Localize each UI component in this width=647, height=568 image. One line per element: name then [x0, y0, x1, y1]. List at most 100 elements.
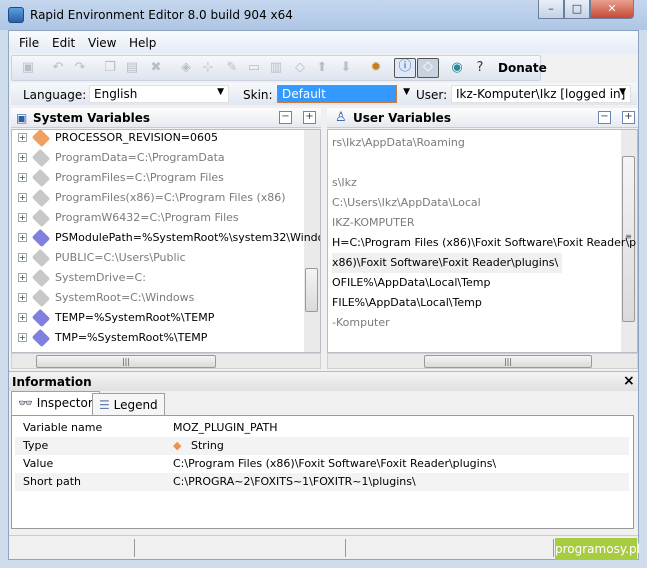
maximize-button[interactable]: □: [564, 0, 590, 19]
computer-icon: ▣: [16, 111, 28, 125]
variable-text: TMP=%SystemRoot%\TEMP: [55, 331, 208, 344]
settings-icon[interactable]: ✹: [368, 60, 384, 76]
user-panel-title: User Variables: [353, 111, 451, 125]
expand-icon[interactable]: +: [18, 293, 27, 302]
skin-select[interactable]: Default ▼: [277, 85, 410, 103]
expand-icon[interactable]: +: [18, 233, 27, 242]
menu-file[interactable]: File: [19, 36, 39, 50]
donate-button[interactable]: Donate: [498, 61, 547, 75]
list-item[interactable]: + TEMP=%SystemRoot%\TEMP: [12, 308, 306, 328]
delete-icon[interactable]: ✖: [148, 60, 164, 76]
user-select[interactable]: Ikz-Komputer\Ikz [logged in] ▼: [451, 85, 631, 103]
add-variable-icon[interactable]: ◈: [178, 60, 194, 76]
expand-icon[interactable]: +: [18, 273, 27, 282]
tag-icon[interactable]: ◇: [292, 60, 308, 76]
expand-icon[interactable]: +: [18, 173, 27, 182]
copy-icon[interactable]: ❐: [102, 60, 118, 76]
tab-legend[interactable]: ☰ Legend: [92, 393, 165, 415]
system-panel-title: System Variables: [33, 111, 151, 125]
list-item[interactable]: + ProgramFiles=C:\Program Files: [12, 168, 306, 188]
expand-all-button[interactable]: +: [303, 111, 316, 124]
scroll-thumb[interactable]: |||: [424, 355, 592, 368]
variable-text: PSModulePath=%SystemRoot%\system32\Windo…: [55, 231, 321, 244]
user-variables-list[interactable]: ≡ rs\Ikz\AppData\Roaming s\Ikz C:\Users\Ik…: [327, 129, 638, 353]
redo-icon[interactable]: ↷: [72, 60, 88, 76]
menu-help[interactable]: Help: [129, 36, 156, 50]
save-icon[interactable]: ▣: [20, 60, 36, 76]
undo-icon[interactable]: ↶: [50, 60, 66, 76]
menu-edit[interactable]: Edit: [52, 36, 75, 50]
variable-text: ProgramFiles=C:\Program Files: [55, 171, 224, 184]
skin-label: Skin:: [243, 88, 273, 102]
web-icon[interactable]: ◉: [449, 60, 465, 76]
expand-icon[interactable]: +: [18, 333, 27, 342]
move-down-icon[interactable]: ⬇: [338, 60, 354, 76]
close-button[interactable]: ✕: [590, 0, 634, 19]
collapse-all-button[interactable]: −: [598, 111, 611, 124]
insert-value-icon[interactable]: ▥: [268, 60, 284, 76]
user-variables-header: ♙ User Variables − +: [327, 108, 638, 128]
tag-icon: [31, 248, 51, 268]
type-icon[interactable]: ◇: [417, 58, 439, 78]
expand-icon[interactable]: +: [18, 133, 27, 142]
language-select[interactable]: English ▼: [89, 85, 229, 103]
tab-label: Legend: [113, 398, 158, 412]
information-title: Information: [12, 375, 92, 389]
list-item[interactable]: + SystemDrive=C:: [12, 268, 306, 288]
inspector-row: Short path C:\PROGRA~2\FOXITS~1\FOXITR~1\…: [15, 473, 629, 491]
insert-icon[interactable]: ▭: [246, 60, 262, 76]
scroll-thumb[interactable]: |||: [36, 355, 216, 368]
tab-inspector[interactable]: 👓 Inspector: [11, 391, 100, 415]
scroll-thumb[interactable]: [305, 268, 318, 312]
menu-view[interactable]: View: [88, 36, 116, 50]
user-label: User:: [416, 88, 448, 102]
list-item[interactable]: s\Ikz: [332, 173, 357, 193]
paste-icon[interactable]: ▤: [124, 60, 140, 76]
list-item[interactable]: + SystemRoot=C:\Windows: [12, 288, 306, 308]
horizontal-scrollbar[interactable]: |||: [11, 353, 321, 369]
list-item[interactable]: H=C:\Program Files (x86)\Foxit Software\…: [332, 233, 637, 253]
add-value-icon[interactable]: ⊹: [200, 60, 216, 76]
list-item[interactable]: + TMP=%SystemRoot%\TEMP: [12, 328, 306, 348]
menu-bar: File Edit View Help: [9, 31, 638, 53]
list-item[interactable]: rs\Ikz\AppData\Roaming: [332, 133, 465, 153]
options-bar: Language: English ▼ Skin: Default ▼ User: …: [11, 83, 637, 105]
list-item[interactable]: x86)\Foxit Software\Foxit Reader\plugins…: [332, 253, 563, 273]
window-title: Rapid Environment Editor 8.0 build 904 x…: [30, 8, 293, 22]
chevron-down-icon: ▼: [619, 87, 626, 97]
move-up-icon[interactable]: ⬆: [314, 60, 330, 76]
system-variables-list[interactable]: + PROCESSOR_REVISION=0605 + ProgramData=C:\…: [11, 129, 321, 353]
property-name: Type: [23, 439, 49, 452]
close-icon[interactable]: ×: [623, 373, 635, 389]
list-item[interactable]: + PROCESSOR_REVISION=0605: [12, 130, 306, 148]
list-item[interactable]: C:\Users\Ikz\AppData\Local: [332, 193, 481, 213]
list-item[interactable]: + ProgramFiles(x86)=C:\Program Files (x86…: [12, 188, 306, 208]
expand-icon[interactable]: +: [18, 313, 27, 322]
inspector-table: Variable name MOZ_PLUGIN_PATH Type ◆ String V…: [11, 415, 634, 529]
list-item[interactable]: FILE%\AppData\Local\Temp: [332, 293, 482, 313]
property-value: String: [191, 439, 224, 452]
property-value: MOZ_PLUGIN_PATH: [173, 421, 278, 434]
info-panel-icon[interactable]: ⓘ: [394, 58, 416, 78]
edit-icon[interactable]: ✎: [224, 60, 240, 76]
list-item[interactable]: + ProgramW6432=C:\Program Files: [12, 208, 306, 228]
list-item[interactable]: + PSModulePath=%SystemRoot%\system32\Wind…: [12, 228, 320, 248]
list-item[interactable]: -Komputer: [332, 313, 390, 333]
list-item[interactable]: + ProgramData=C:\ProgramData: [12, 148, 306, 168]
list-item[interactable]: OFILE%\AppData\Local\Temp: [332, 273, 490, 293]
collapse-all-button[interactable]: −: [279, 111, 292, 124]
expand-icon[interactable]: +: [18, 153, 27, 162]
tag-icon: [31, 148, 51, 168]
language-label: Language:: [23, 88, 87, 102]
expand-icon[interactable]: +: [18, 213, 27, 222]
horizontal-scrollbar[interactable]: |||: [327, 353, 638, 369]
expand-icon[interactable]: +: [18, 193, 27, 202]
list-item[interactable]: IKZ-KOMPUTER: [332, 213, 415, 233]
expand-icon[interactable]: +: [18, 253, 27, 262]
help-icon[interactable]: ?: [472, 60, 488, 76]
list-item[interactable]: + PUBLIC=C:\Users\Public: [12, 248, 306, 268]
expand-all-button[interactable]: +: [622, 111, 635, 124]
tag-icon: [31, 208, 51, 228]
minimize-button[interactable]: –: [538, 0, 564, 19]
status-bar: programosy.pl: [9, 535, 640, 560]
